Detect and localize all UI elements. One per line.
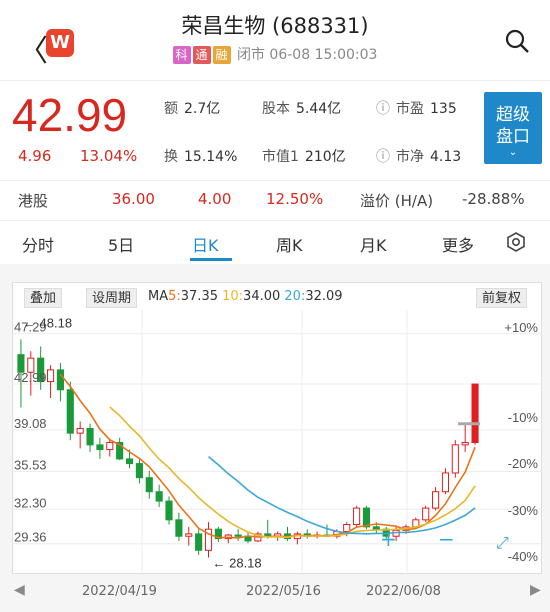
candle-body [195,533,203,551]
stat-pb[interactable]: ⓘ 市净 4.13 [376,146,461,166]
candle-body [234,534,242,537]
pct-tick-label: +10% [504,320,538,335]
candle-body [441,472,450,493]
candle-body [76,427,84,434]
y-tick-label: 29.36 [14,530,47,545]
stat-turnover: 换 15.14% [164,149,238,165]
tag-connect: 通 [192,46,211,64]
stat-pe[interactable]: ⓘ 市盈 135 [376,98,457,118]
settings-icon[interactable] [506,232,526,252]
candle-body [96,444,104,451]
hk-label: 港股 [18,192,49,210]
tab-intraday[interactable]: 分时 [22,232,54,256]
low-marker: ← 28.18 [213,556,262,571]
overlay-button[interactable]: 叠加 [24,288,63,308]
scroll-right-icon[interactable]: ▶ [530,582,541,598]
tab-5day[interactable]: 5日 [108,232,134,256]
scroll-left-icon[interactable]: ◀ [14,582,25,598]
x-tick-label: 2022/06/08 [366,584,441,599]
pct-tick-label: -10% [508,410,539,425]
candle-body [461,442,469,446]
tag-margin: 融 [212,46,231,64]
tab-more[interactable]: 更多 [442,232,474,256]
super-button-line2: 盘口 [496,127,530,147]
ma-legend: MA5:37.35 10:34.00 20:32.09 [148,289,343,304]
candle-body [451,444,459,474]
candle-body [372,526,380,530]
candle-body [353,507,361,526]
super-orderbook-button[interactable]: 超级 盘口 ⌄ [484,92,542,164]
candle-body [56,369,64,391]
hk-change: 4.00 [198,190,232,208]
x-tick-label: 2022/05/16 [246,584,321,599]
search-icon[interactable] [504,28,530,54]
zoom-in-icon[interactable]: + [380,527,397,551]
market-status: 闭市 06-08 15:00:03 [236,47,378,63]
tag-star-market: 科 [172,46,191,64]
ma10-line [109,406,476,539]
hk-premium: -28.88% [462,190,525,208]
candle-body [343,524,351,533]
y-tick-label: 39.08 [14,416,47,431]
zoom-out-icon[interactable]: − [438,527,455,551]
candle-body [185,533,193,537]
divider [0,220,550,221]
period-tabs: 分时 5日 日K 周K 月K 更多 [0,222,550,262]
candle-body [471,383,479,444]
y-tick-label: 32.30 [14,495,47,510]
fullscreen-icon[interactable]: ⤢ [496,533,509,552]
hk-price: 36.00 [112,190,155,208]
tab-weekly-k[interactable]: 周K [276,232,303,256]
active-tab-indicator [190,258,232,261]
super-button-line1: 超级 [496,105,530,125]
candle-body [125,458,134,465]
candle-body [86,427,94,446]
last-price: 42.99 [12,89,128,141]
candle-body [155,491,163,502]
hk-pct: 12.50% [266,190,324,208]
candle-body [422,507,430,521]
kline-chart[interactable]: 47.2942.9939.0835.5332.3029.36+10%-10%-2… [12,310,542,574]
y-tick-label: 35.53 [14,457,47,472]
chevron-down-icon: ⌄ [508,147,518,158]
hk-premium-label: 溢价 (H/A) [360,192,434,210]
divider [0,180,550,181]
adjust-button[interactable]: 前复权 [476,288,528,308]
candle-body [46,369,55,383]
tab-daily-k[interactable]: 日K [192,232,219,256]
top-bar: 〈 W 荣昌生物 (688331) 科通融 闭市 06-08 15:00:03 [0,0,550,80]
candle-body [66,389,74,434]
high-marker: ← 48.18 [23,315,72,330]
pct-tick-label: -20% [508,456,539,471]
candle-body [106,442,114,451]
set-period-button[interactable]: 设周期 [86,288,138,308]
candle-body [145,477,153,493]
divider [0,80,550,81]
price-change: 4.96 [18,147,52,165]
tab-monthly-k[interactable]: 月K [360,232,387,256]
market-status-line: 科通融 闭市 06-08 15:00:03 [0,44,550,64]
stat-mktcap: 市值1 210亿 [262,149,346,165]
candle-body [175,519,183,537]
candle-body [432,491,440,509]
price-change-pct: 13.04% [80,147,138,165]
candle-body [135,463,143,479]
candle-body [165,500,173,521]
stat-amount: 额 2.7亿 [164,101,221,117]
candle-body [362,507,371,528]
y-tick-label: 42.99 [14,370,47,385]
stat-capital: 股本 5.44亿 [262,101,342,117]
pct-tick-label: -40% [508,549,539,564]
pct-tick-label: -30% [508,503,539,518]
stock-title: 荣昌生物 (688331) [181,14,369,38]
x-tick-label: 2022/04/19 [82,584,157,599]
